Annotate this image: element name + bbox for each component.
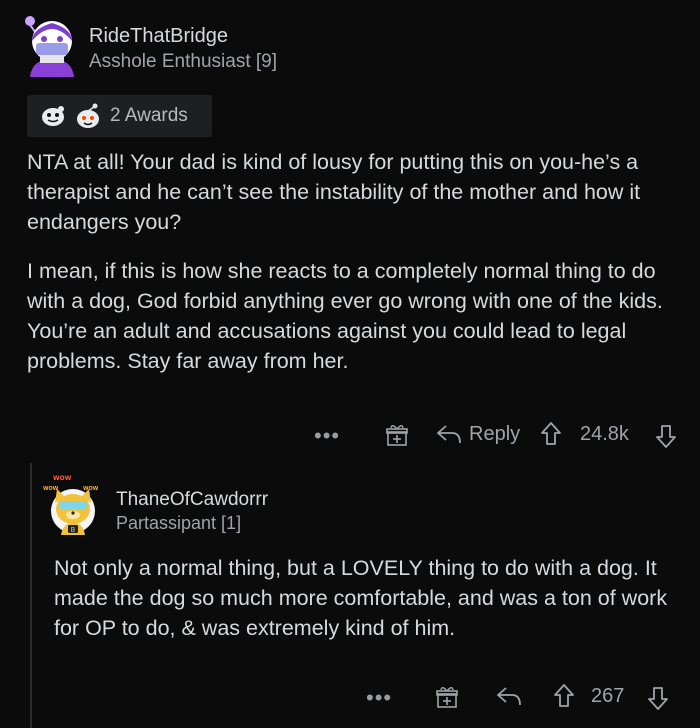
comment-paragraph: Not only a normal thing, but a LOVELY th… <box>54 556 668 640</box>
purple-mask-avatar-icon <box>25 16 74 77</box>
comment-actions: ••• 267 <box>0 680 700 714</box>
comment-body: Not only a normal thing, but a LOVELY th… <box>54 553 684 643</box>
upvote-icon[interactable] <box>540 421 562 447</box>
reply-arrow-icon[interactable] <box>496 685 522 707</box>
awards-badge[interactable]: 2 Awards <box>27 95 212 137</box>
gift-icon[interactable] <box>435 685 459 709</box>
vote-score: 267 <box>591 685 625 707</box>
comment-paragraph: I mean, if this is how she reacts to a c… <box>27 259 663 373</box>
downvote-icon[interactable] <box>647 685 669 711</box>
username[interactable]: RideThatBridge <box>89 25 228 48</box>
avatar-thaneofcawdorrr[interactable]: WOW WOW WOW B <box>43 473 105 537</box>
upvote-icon[interactable] <box>553 683 575 709</box>
silver-award-icon <box>42 106 64 126</box>
yellow-dog-avatar-icon: WOW WOW WOW B <box>43 475 99 535</box>
wholesome-award-icon <box>77 103 99 128</box>
gift-icon[interactable] <box>385 423 409 447</box>
reply-button[interactable]: Reply <box>469 423 520 446</box>
avatar-ridethatbridge[interactable] <box>22 15 80 77</box>
more-options-icon[interactable]: ••• <box>314 425 340 447</box>
comment-paragraph: NTA at all! Your dad is kind of lousy fo… <box>27 150 641 234</box>
awards-count: 2 Awards <box>110 105 188 126</box>
svg-text:B: B <box>71 526 76 534</box>
comment-body: NTA at all! Your dad is kind of lousy fo… <box>27 147 682 395</box>
comment-actions: ••• Reply 24.8k <box>0 418 700 452</box>
avatar-wow-badge: WOW <box>53 475 72 482</box>
avatar-wow-badge: WOW <box>43 486 59 492</box>
user-flair: Asshole Enthusiast [9] <box>89 51 277 72</box>
more-options-icon[interactable]: ••• <box>366 687 392 709</box>
user-flair: Partassipant [1] <box>116 513 242 533</box>
downvote-icon[interactable] <box>655 423 677 449</box>
vote-score: 24.8k <box>580 423 629 445</box>
username[interactable]: ThaneOfCawdorrr <box>116 489 268 511</box>
avatar-wow-badge: WOW <box>83 486 99 492</box>
reply-arrow-icon[interactable] <box>436 423 462 445</box>
